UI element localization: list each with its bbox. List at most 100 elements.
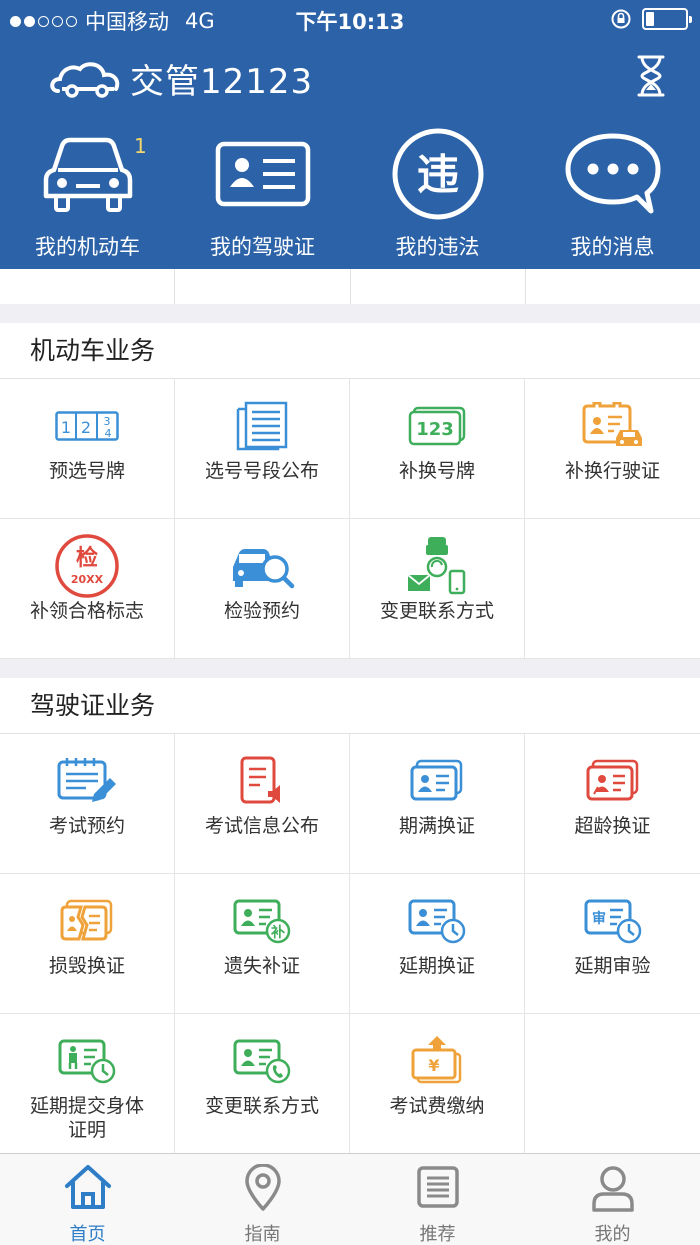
service-deferred-health-proof[interactable]: 延期提交身体证明 [0, 1014, 175, 1154]
hourglass-icon[interactable] [636, 54, 666, 102]
service-label: 损毁换证 [48, 955, 125, 977]
tab-label: 指南 [244, 1224, 281, 1245]
service-label: 选号号段公布 [205, 460, 320, 482]
service-inspection-mark[interactable]: 检 20XX 补领合格标志 [0, 519, 175, 659]
license-contact-change-icon [233, 1039, 291, 1084]
contact-change-icon [407, 537, 466, 595]
empty-grid-cell [525, 519, 700, 659]
service-label: 检验预约 [223, 600, 300, 622]
service-label: 延期换证 [398, 955, 475, 977]
status-icons [610, 8, 692, 30]
exam-notice-icon [240, 756, 280, 804]
deferred-renew-icon [408, 899, 466, 944]
service-label: 遗失补证 [223, 955, 300, 977]
deferred-review-icon: 审 [584, 899, 641, 944]
service-deferred-renew[interactable]: 延期换证 [350, 874, 525, 1014]
exam-booking-icon [57, 758, 116, 802]
lost-reissue-icon: 补 [233, 899, 291, 944]
car-cloud-icon [50, 61, 120, 98]
service-label: 考试费缴纳 [389, 1095, 485, 1117]
quick-my-violations[interactable]: 违 我的违法 [350, 126, 525, 266]
home-icon [64, 1165, 111, 1209]
overage-renew-icon [586, 759, 638, 801]
service-lost-reissue[interactable]: 补 遗失补证 [175, 874, 350, 1014]
quick-my-messages[interactable]: 我的消息 [525, 126, 700, 266]
service-damaged-renew[interactable]: 损毁换证 [0, 874, 175, 1014]
service-deferred-review[interactable]: 审 延期审验 [525, 874, 700, 1014]
tab-label: 推荐 [419, 1224, 456, 1245]
app-screen: 中国移动 4G 下午10:13 交管12123 1 我的机动车 我的驾驶证 违 … [0, 0, 700, 1245]
tab-mine[interactable]: 我的 [525, 1154, 700, 1245]
service-exam-booking[interactable]: 考试预约 [0, 734, 175, 874]
vehicle-services-grid: 1234 预选号牌 选号号段公布 123 补换号牌 补换行驶证 检 20XX 补领… [0, 379, 700, 659]
rotation-lock-icon [611, 9, 631, 29]
status-bar: 中国移动 4G 下午10:13 [0, 0, 700, 40]
service-vehicle-license-replace[interactable]: 补换行驶证 [525, 379, 700, 519]
reissue-icon-text: 补 [270, 924, 285, 941]
quick-action-label: 我的消息 [570, 235, 655, 259]
review-icon-text: 审 [592, 910, 606, 927]
fee-icon-text: ¥ [428, 1056, 439, 1075]
deferred-health-icon [58, 1039, 116, 1084]
service-overage-renew[interactable]: 超龄换证 [525, 734, 700, 874]
quick-actions-footer-strip [0, 269, 700, 304]
service-label: 考试预约 [48, 815, 125, 837]
service-label: 补领合格标志 [30, 600, 145, 622]
service-label: 补换号牌 [398, 460, 475, 482]
service-inspection-booking[interactable]: 检验预约 [175, 519, 350, 659]
quick-actions: 1 我的机动车 我的驾驶证 违 我的违法 我的消息 [0, 126, 700, 266]
tab-label: 首页 [69, 1224, 106, 1245]
quick-my-license[interactable]: 我的驾驶证 [175, 126, 350, 266]
car-icon [43, 137, 132, 212]
exam-fee-icon: ¥ [411, 1036, 462, 1084]
quick-action-label: 我的驾驶证 [210, 235, 315, 259]
service-label: 超龄换证 [574, 815, 651, 837]
message-icon [565, 133, 660, 213]
tab-recommend[interactable]: 推荐 [350, 1154, 525, 1245]
tab-guide[interactable]: 指南 [175, 1154, 350, 1245]
bottom-tab-bar: 首页 指南 推荐 我的 [0, 1153, 700, 1245]
service-license-contact-change[interactable]: 变更联系方式 [175, 1014, 350, 1154]
location-pin-icon [244, 1164, 281, 1211]
service-label: 变更联系方式 [205, 1095, 320, 1117]
user-icon [591, 1166, 634, 1212]
tab-label: 我的 [594, 1224, 631, 1245]
service-number-announce[interactable]: 选号号段公布 [175, 379, 350, 519]
service-vehicle-contact-change[interactable]: 变更联系方式 [350, 519, 525, 659]
app-brand: 交管12123 [48, 54, 313, 103]
violation-icon-text: 违 [416, 150, 458, 199]
svg-text:2: 2 [81, 418, 91, 437]
section-title-license: 驾驶证业务 [0, 678, 700, 734]
plate-select-icon: 1 2 34 [55, 411, 119, 441]
service-exam-notice[interactable]: 考试信息公布 [175, 734, 350, 874]
expiry-renew-icon [410, 759, 463, 801]
tab-home[interactable]: 首页 [0, 1154, 175, 1245]
quick-my-vehicle[interactable]: 1 我的机动车 [0, 126, 175, 266]
service-expiry-renew[interactable]: 期满换证 [350, 734, 525, 874]
empty-grid-cell [525, 1014, 700, 1154]
clock: 下午10:13 [295, 10, 405, 34]
inspection-mark-icon: 检 20XX [55, 534, 119, 598]
list-doc-icon [416, 1166, 459, 1208]
plate-number-text: 123 [416, 419, 454, 440]
quick-action-label: 我的机动车 [35, 235, 140, 259]
service-plate-preselect[interactable]: 1234 预选号牌 [0, 379, 175, 519]
inspection-booking-icon [233, 549, 295, 589]
inspection-mark-year: 20XX [71, 573, 104, 586]
quick-action-label: 我的违法 [395, 235, 480, 259]
vehicle-license-icon [582, 402, 642, 446]
damaged-renew-icon [60, 899, 113, 941]
service-label: 变更联系方式 [380, 600, 495, 622]
service-plate-replace[interactable]: 123 补换号牌 [350, 379, 525, 519]
inspection-mark-text: 检 [76, 545, 98, 571]
service-exam-fee[interactable]: ¥ 考试费缴纳 [350, 1014, 525, 1154]
service-label: 延期提交身体证明 [30, 1095, 145, 1141]
violation-icon: 违 [392, 128, 483, 219]
number-list-icon [236, 401, 288, 451]
section-title-vehicle: 机动车业务 [0, 323, 700, 379]
plate-replace-icon: 123 [408, 406, 466, 446]
battery-icon [642, 8, 692, 30]
service-label: 期满换证 [398, 815, 475, 837]
service-label: 补换行驶证 [564, 460, 660, 482]
app-header: 交管12123 1 我的机动车 我的驾驶证 违 我的违法 我的消息 [0, 40, 700, 269]
